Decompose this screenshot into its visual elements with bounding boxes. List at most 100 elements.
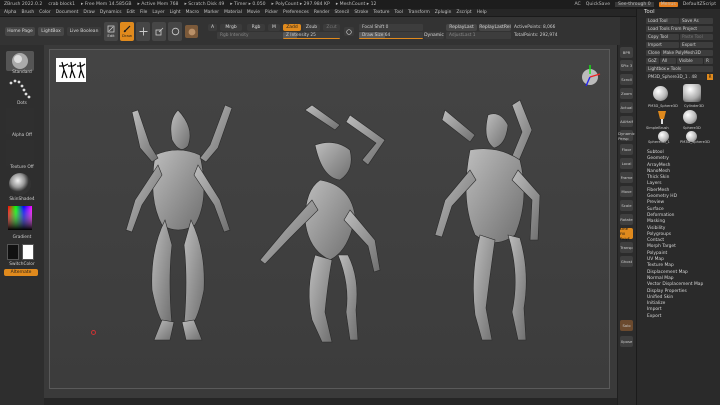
local-button[interactable]: Local — [620, 158, 633, 169]
paste-tool-button[interactable]: Paste Tool — [680, 34, 713, 40]
rotate-view-button[interactable]: Rotate — [620, 214, 633, 225]
draw-button[interactable]: Draw — [120, 22, 134, 41]
default-zscript-button[interactable]: DefaultZScript — [683, 2, 716, 7]
menu-file[interactable]: File — [140, 10, 147, 15]
solo-button[interactable]: Solo — [620, 320, 633, 331]
make-polymesh3d-button[interactable]: Make PolyMesh3D — [661, 50, 713, 56]
tool-thumb-pm3d-sphere[interactable] — [653, 86, 668, 101]
menu-texture[interactable]: Texture — [373, 10, 389, 15]
edit-button[interactable]: Edit — [104, 22, 118, 41]
menu-color[interactable]: Color — [39, 10, 50, 15]
goz-visible-button[interactable]: Visible — [677, 58, 703, 64]
material-button[interactable] — [6, 172, 34, 196]
main-color-swatch[interactable] — [22, 244, 34, 260]
xpose-button[interactable]: Xpose — [620, 336, 633, 347]
load-tool-button[interactable]: Load Tool — [646, 18, 679, 24]
ac-button[interactable]: AC — [575, 2, 581, 7]
goz-r-button[interactable]: R — [704, 58, 713, 64]
menu-draw[interactable]: Draw — [83, 10, 94, 15]
menu-layer[interactable]: Layer — [152, 10, 164, 15]
menu-stroke[interactable]: Stroke — [354, 10, 368, 15]
a-toggle[interactable]: A — [208, 24, 217, 31]
menu-brush[interactable]: Brush — [21, 10, 34, 15]
transp-button[interactable]: Transp — [620, 242, 633, 253]
rgb-intensity-slider[interactable]: Rgb Intensity — [217, 32, 283, 39]
draw-size-slider[interactable]: Draw Size 64 — [359, 32, 423, 39]
copy-tool-button[interactable]: Copy Tool — [646, 34, 679, 40]
live-boolean-button[interactable]: Live Boolean — [67, 27, 101, 36]
alpha-off-button[interactable] — [6, 108, 34, 134]
texture-off-button[interactable] — [6, 140, 34, 166]
z-intensity-slider[interactable]: Z Intensity 25 — [283, 32, 340, 39]
spix-button[interactable]: SPix 3 — [620, 60, 633, 71]
seethrough-slider[interactable]: See-through 0 — [615, 2, 654, 7]
replay-last-button[interactable]: ReplayLast — [446, 24, 477, 31]
color-picker[interactable] — [6, 204, 34, 234]
switch-color-label[interactable]: SwitchColor — [0, 262, 44, 267]
scroll-button[interactable]: Scroll — [620, 74, 633, 85]
floor-button[interactable]: Floor — [620, 144, 633, 155]
quicksave-button[interactable]: QuickSave — [586, 2, 610, 7]
mrgb-toggle[interactable]: Mrgb — [220, 24, 242, 31]
menu-stencil[interactable]: Stencil — [334, 10, 349, 15]
clone-button[interactable]: Clone — [646, 50, 660, 56]
move-button[interactable] — [136, 22, 150, 41]
tool-thumb-cylinder[interactable] — [683, 84, 701, 102]
zadd-toggle[interactable]: Zadd — [283, 24, 301, 31]
tool-thumb-sphere3d[interactable] — [683, 110, 697, 124]
secondary-color-swatch[interactable] — [7, 244, 19, 260]
export-tool-button[interactable]: Export — [680, 42, 713, 48]
subpalette-export[interactable]: Export — [647, 314, 719, 320]
adjust-last-slider[interactable]: AdjustLast 1 — [446, 32, 511, 39]
m-toggle[interactable]: M — [268, 24, 280, 31]
menu-preferences[interactable]: Preferences — [283, 10, 309, 15]
menu-transform[interactable]: Transform — [408, 10, 430, 15]
save-as-button[interactable]: Save As — [680, 18, 713, 24]
tool-thumb-simplebrush[interactable] — [656, 110, 668, 124]
load-tools-from-project-button[interactable]: Load Tools From Project — [646, 26, 713, 32]
focal-shift-slider[interactable]: Focal Shift 0 — [359, 24, 423, 31]
home-page-button[interactable]: Home Page — [5, 27, 35, 36]
polyf-button[interactable]: Line Fill PolyF — [620, 226, 633, 241]
frame-button[interactable]: Frame — [620, 172, 633, 183]
zcut-toggle[interactable]: Zcut — [323, 24, 340, 31]
dynamic-toggle[interactable]: Dynamic — [424, 32, 444, 39]
menu-document[interactable]: Document — [56, 10, 79, 15]
tool-palette-title[interactable]: Tool — [644, 9, 655, 15]
menu-macro[interactable]: Macro — [186, 10, 199, 15]
bpr-button[interactable]: BPR — [620, 47, 633, 58]
menu-picker[interactable]: Picker — [265, 10, 278, 15]
import-tool-button[interactable]: Import — [646, 42, 679, 48]
tool-r-button[interactable]: R — [707, 74, 713, 80]
menu-dynamics[interactable]: Dynamics — [100, 10, 122, 15]
menu-alpha[interactable]: Alpha — [4, 10, 16, 15]
menus-button[interactable]: Menus — [658, 2, 678, 7]
goz-all-button[interactable]: All — [660, 58, 676, 64]
current-tool-name[interactable]: PM3D_Sphere3D_1 . 48 — [646, 74, 706, 80]
dots-stroke-button[interactable] — [7, 77, 33, 101]
scale-button[interactable] — [152, 22, 166, 41]
actual-button[interactable]: Actual — [620, 102, 633, 113]
rgb-toggle[interactable]: Rgb — [247, 24, 265, 31]
menu-zscript[interactable]: Zscript — [456, 10, 471, 15]
material-swatch-button[interactable] — [185, 25, 198, 38]
menu-marker[interactable]: Marker — [204, 10, 219, 15]
aahalf-button[interactable]: AAHalf — [620, 116, 633, 127]
standard-brush-button[interactable] — [6, 51, 34, 71]
lightbox-tools-button[interactable]: Lightbox ▸ Tools — [646, 66, 713, 72]
zoom-button[interactable]: Zoom — [620, 88, 633, 99]
focal-shift-icon-button[interactable] — [344, 27, 354, 36]
rotate-button[interactable] — [168, 22, 182, 41]
navigation-head-gizmo[interactable] — [576, 62, 604, 90]
alternate-button[interactable]: Alternate — [4, 269, 38, 276]
lightbox-button[interactable]: LightBox — [38, 27, 64, 36]
persp-button[interactable]: Dynamic Persp — [618, 130, 635, 141]
menu-help[interactable]: Help — [477, 10, 487, 15]
menu-movie[interactable]: Movie — [247, 10, 260, 15]
move-view-button[interactable]: Move — [620, 186, 633, 197]
scale-view-button[interactable]: Scale — [620, 200, 633, 211]
menu-light[interactable]: Light — [170, 10, 181, 15]
menu-material[interactable]: Material — [224, 10, 242, 15]
menu-edit[interactable]: Edit — [127, 10, 136, 15]
zsub-toggle[interactable]: Zsub — [303, 24, 320, 31]
